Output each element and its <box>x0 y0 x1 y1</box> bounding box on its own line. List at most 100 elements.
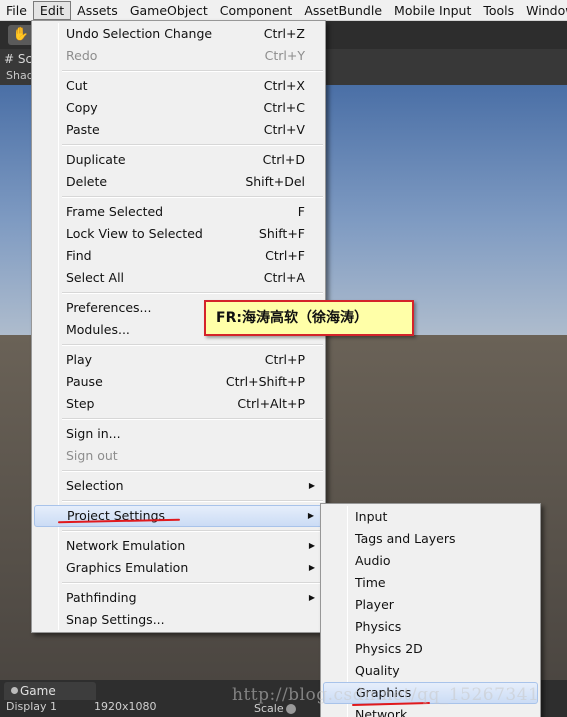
settings-item-label: Audio <box>355 553 391 568</box>
menu-item-label: Modules... <box>66 322 130 337</box>
menu-item-label: Redo <box>66 48 98 63</box>
display-select[interactable]: Display 1 <box>6 700 57 713</box>
menu-item-project-settings[interactable]: Project Settings ▶ <box>34 505 323 527</box>
menu-item-label: Cut <box>66 78 88 93</box>
menu-item-shortcut: Ctrl+A <box>263 270 305 285</box>
menu-item-label: Select All <box>66 270 125 285</box>
settings-item-physics-2d[interactable]: Physics 2D <box>323 638 538 660</box>
menu-separator <box>62 470 323 472</box>
menu-item-pause[interactable]: Pause Ctrl+Shift+P <box>34 371 323 393</box>
game-tab-label: Game <box>20 684 56 698</box>
menu-item-label: Frame Selected <box>66 204 164 219</box>
menu-item-label: Preferences... <box>66 300 152 315</box>
settings-item-label: Physics 2D <box>355 641 423 656</box>
menu-item-play[interactable]: Play Ctrl+P <box>34 349 323 371</box>
game-tab[interactable]: Game <box>4 682 96 700</box>
menu-item-snap-settings[interactable]: Snap Settings... <box>34 609 323 631</box>
menu-item-sign-in[interactable]: Sign in... <box>34 423 323 445</box>
menu-item-shortcut: Shift+F <box>258 226 305 241</box>
settings-item-label: Quality <box>355 663 400 678</box>
menu-item-label: Network Emulation <box>66 538 186 553</box>
settings-item-physics[interactable]: Physics <box>323 616 538 638</box>
menu-file[interactable]: File <box>0 1 33 20</box>
submenu-arrow-icon: ▶ <box>308 481 315 490</box>
menu-item-label: Paste <box>66 122 100 137</box>
menu-item-copy[interactable]: Copy Ctrl+C <box>34 97 323 119</box>
submenu-arrow-icon: ▶ <box>308 541 315 550</box>
menu-item-label: Lock View to Selected <box>66 226 203 241</box>
settings-item-audio[interactable]: Audio <box>323 550 538 572</box>
menu-item-sign-out: Sign out <box>34 445 323 467</box>
menu-item-frame-selected[interactable]: Frame Selected F <box>34 201 323 223</box>
settings-item-label: Player <box>355 597 394 612</box>
menu-item-label: Sign in... <box>66 426 121 441</box>
menu-tools[interactable]: Tools <box>477 1 520 20</box>
menu-item-label: Copy <box>66 100 98 115</box>
menu-item-select-all[interactable]: Select All Ctrl+A <box>34 267 323 289</box>
menu-item-label: Project Settings <box>67 508 166 523</box>
menu-item-find[interactable]: Find Ctrl+F <box>34 245 323 267</box>
menu-item-network-emulation[interactable]: Network Emulation ▶ <box>34 535 323 557</box>
menu-item-undo-selection-change[interactable]: Undo Selection Change Ctrl+Z <box>34 23 323 45</box>
menu-assets[interactable]: Assets <box>71 1 124 20</box>
menu-item-shortcut: Ctrl+Alt+P <box>237 396 305 411</box>
menu-item-label: Delete <box>66 174 108 189</box>
settings-item-player[interactable]: Player <box>323 594 538 616</box>
menu-item-lock-view-to-selected[interactable]: Lock View to Selected Shift+F <box>34 223 323 245</box>
submenu-arrow-icon: ▶ <box>308 563 315 572</box>
settings-item-label: Tags and Layers <box>355 531 456 546</box>
menu-item-paste[interactable]: Paste Ctrl+V <box>34 119 323 141</box>
menu-item-label: Graphics Emulation <box>66 560 189 575</box>
settings-item-input[interactable]: Input <box>323 506 538 528</box>
main-menu-bar: File Edit Assets GameObject Component AssetBu… <box>0 0 567 21</box>
settings-item-time[interactable]: Time <box>323 572 538 594</box>
menu-item-shortcut: Ctrl+V <box>263 122 305 137</box>
settings-item-tags-and-layers[interactable]: Tags and Layers <box>323 528 538 550</box>
menu-item-label: Snap Settings... <box>66 612 165 627</box>
settings-item-label: Time <box>355 575 386 590</box>
menu-item-pathfinding[interactable]: Pathfinding ▶ <box>34 587 323 609</box>
menu-mobile-input[interactable]: Mobile Input <box>388 1 477 20</box>
menu-separator <box>62 344 323 346</box>
menu-separator <box>62 144 323 146</box>
menu-item-shortcut: Ctrl+P <box>264 352 305 367</box>
menu-item-delete[interactable]: Delete Shift+Del <box>34 171 323 193</box>
menu-item-shortcut: Ctrl+Shift+P <box>225 374 305 389</box>
menu-item-label: Pause <box>66 374 103 389</box>
menu-item-cut[interactable]: Cut Ctrl+X <box>34 75 323 97</box>
menu-item-label: Pathfinding <box>66 590 137 605</box>
menu-item-redo: Redo Ctrl+Y <box>34 45 323 67</box>
game-view-icon <box>11 687 18 694</box>
settings-item-label: Input <box>355 509 388 524</box>
menu-item-duplicate[interactable]: Duplicate Ctrl+D <box>34 149 323 171</box>
menu-item-label: Find <box>66 248 92 263</box>
menu-separator <box>62 530 323 532</box>
menu-edit[interactable]: Edit <box>32 0 72 20</box>
menu-item-shortcut: Ctrl+Z <box>263 26 305 41</box>
menu-assetbundle[interactable]: AssetBundle <box>298 1 388 20</box>
menu-separator <box>62 70 323 72</box>
menu-component[interactable]: Component <box>214 1 299 20</box>
resolution-select[interactable]: 1920x1080 <box>94 700 157 713</box>
scene-tab[interactable]: # Sc <box>4 52 32 66</box>
menu-item-step[interactable]: Step Ctrl+Alt+P <box>34 393 323 415</box>
menu-item-selection[interactable]: Selection ▶ <box>34 475 323 497</box>
settings-item-network[interactable]: Network <box>323 704 538 717</box>
scale-slider-knob[interactable] <box>286 704 296 714</box>
menu-item-label: Step <box>66 396 95 411</box>
menu-item-shortcut: Ctrl+X <box>263 78 305 93</box>
menu-gameobject[interactable]: GameObject <box>124 1 214 20</box>
submenu-arrow-icon: ▶ <box>308 593 315 602</box>
settings-item-label: Network <box>355 707 408 717</box>
menu-item-shortcut: Ctrl+C <box>263 100 305 115</box>
menu-item-graphics-emulation[interactable]: Graphics Emulation ▶ <box>34 557 323 579</box>
menu-item-label: Sign out <box>66 448 118 463</box>
settings-item-quality[interactable]: Quality <box>323 660 538 682</box>
menu-item-shortcut: Ctrl+Y <box>264 48 305 63</box>
menu-separator <box>62 582 323 584</box>
menu-window[interactable]: Window <box>520 1 567 20</box>
menu-item-shortcut: F <box>297 204 305 219</box>
shading-mode-label[interactable]: Shad <box>6 69 34 82</box>
menu-separator <box>62 500 323 502</box>
menu-separator <box>62 418 323 420</box>
